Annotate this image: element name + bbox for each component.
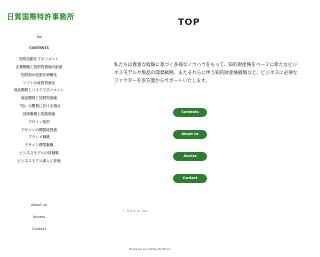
page-title: TOP xyxy=(178,18,200,28)
sidebar-item[interactable]: 知財部の役割を明確化 xyxy=(0,72,78,80)
sidebar-item[interactable]: 知財活動をマネジメント xyxy=(0,56,78,64)
powered-by-footer[interactable]: Powered by Adobe Portfolio xyxy=(0,247,300,251)
sidebar-item[interactable]: ブランド戦略 xyxy=(0,134,78,142)
back-to-top-link[interactable]: ↑ Back to Top xyxy=(122,209,148,213)
sidebar-item[interactable]: デザイン知的 xyxy=(0,119,78,127)
sidebar-item[interactable]: 商品開発と知財知価値 xyxy=(0,95,78,103)
sidebar-item[interactable]: 「知」の開発における視点 xyxy=(0,103,78,111)
nav-list: 知財活動をマネジメント 企業戦略と知財的価値の創造 知財部の役割を明確化 ソフト… xyxy=(0,56,78,166)
nav-top-link[interactable]: Top xyxy=(0,35,78,39)
sidebar-nav: Top CONTENTS 知財活動をマネジメント 企業戦略と知財的価値の創造 知… xyxy=(0,0,78,257)
sidebar-item[interactable]: 技術戦略と知度価値 xyxy=(0,111,78,119)
sidebar-item[interactable]: ソフトの経営資産化 xyxy=(0,80,78,88)
contents-button[interactable]: Contents xyxy=(173,108,207,117)
chevron-up-icon: ↑ xyxy=(122,209,126,213)
sidebar-item[interactable]: ビジネスモデルの評価戦 xyxy=(0,150,78,158)
sidebar-item[interactable]: 商品開発とリスクマネジメント xyxy=(0,87,78,95)
about-us-button[interactable]: About us xyxy=(173,130,207,139)
nav-contents-heading: CONTENTS xyxy=(29,46,49,50)
nav-access-link[interactable]: Access xyxy=(0,215,78,219)
access-button[interactable]: Access xyxy=(173,152,207,161)
nav-about-link[interactable]: About us xyxy=(0,203,78,207)
sidebar-item[interactable]: デザイン標準戦略 xyxy=(0,142,78,150)
contact-button[interactable]: Contact xyxy=(173,174,207,183)
sidebar-item[interactable]: デザインの開発経営価 xyxy=(0,127,78,135)
sidebar-item[interactable]: ビジネスモデル導入と評価 xyxy=(0,158,78,166)
sidebar-item[interactable]: 企業戦略と知財的価値の創造 xyxy=(0,64,78,72)
back-to-top-label: Back to Top xyxy=(127,209,148,213)
nav-contact-link[interactable]: Contact xyxy=(0,227,78,231)
main-content: TOP 私たちは豊富な経験に基づく多様なノウハウをもって、知的財産権をベースに新… xyxy=(78,0,300,257)
intro-text: 私たちは豊富な経験に基づく多様なノウハウをもって、知的財産権をベースに新たなビジ… xyxy=(114,63,298,84)
